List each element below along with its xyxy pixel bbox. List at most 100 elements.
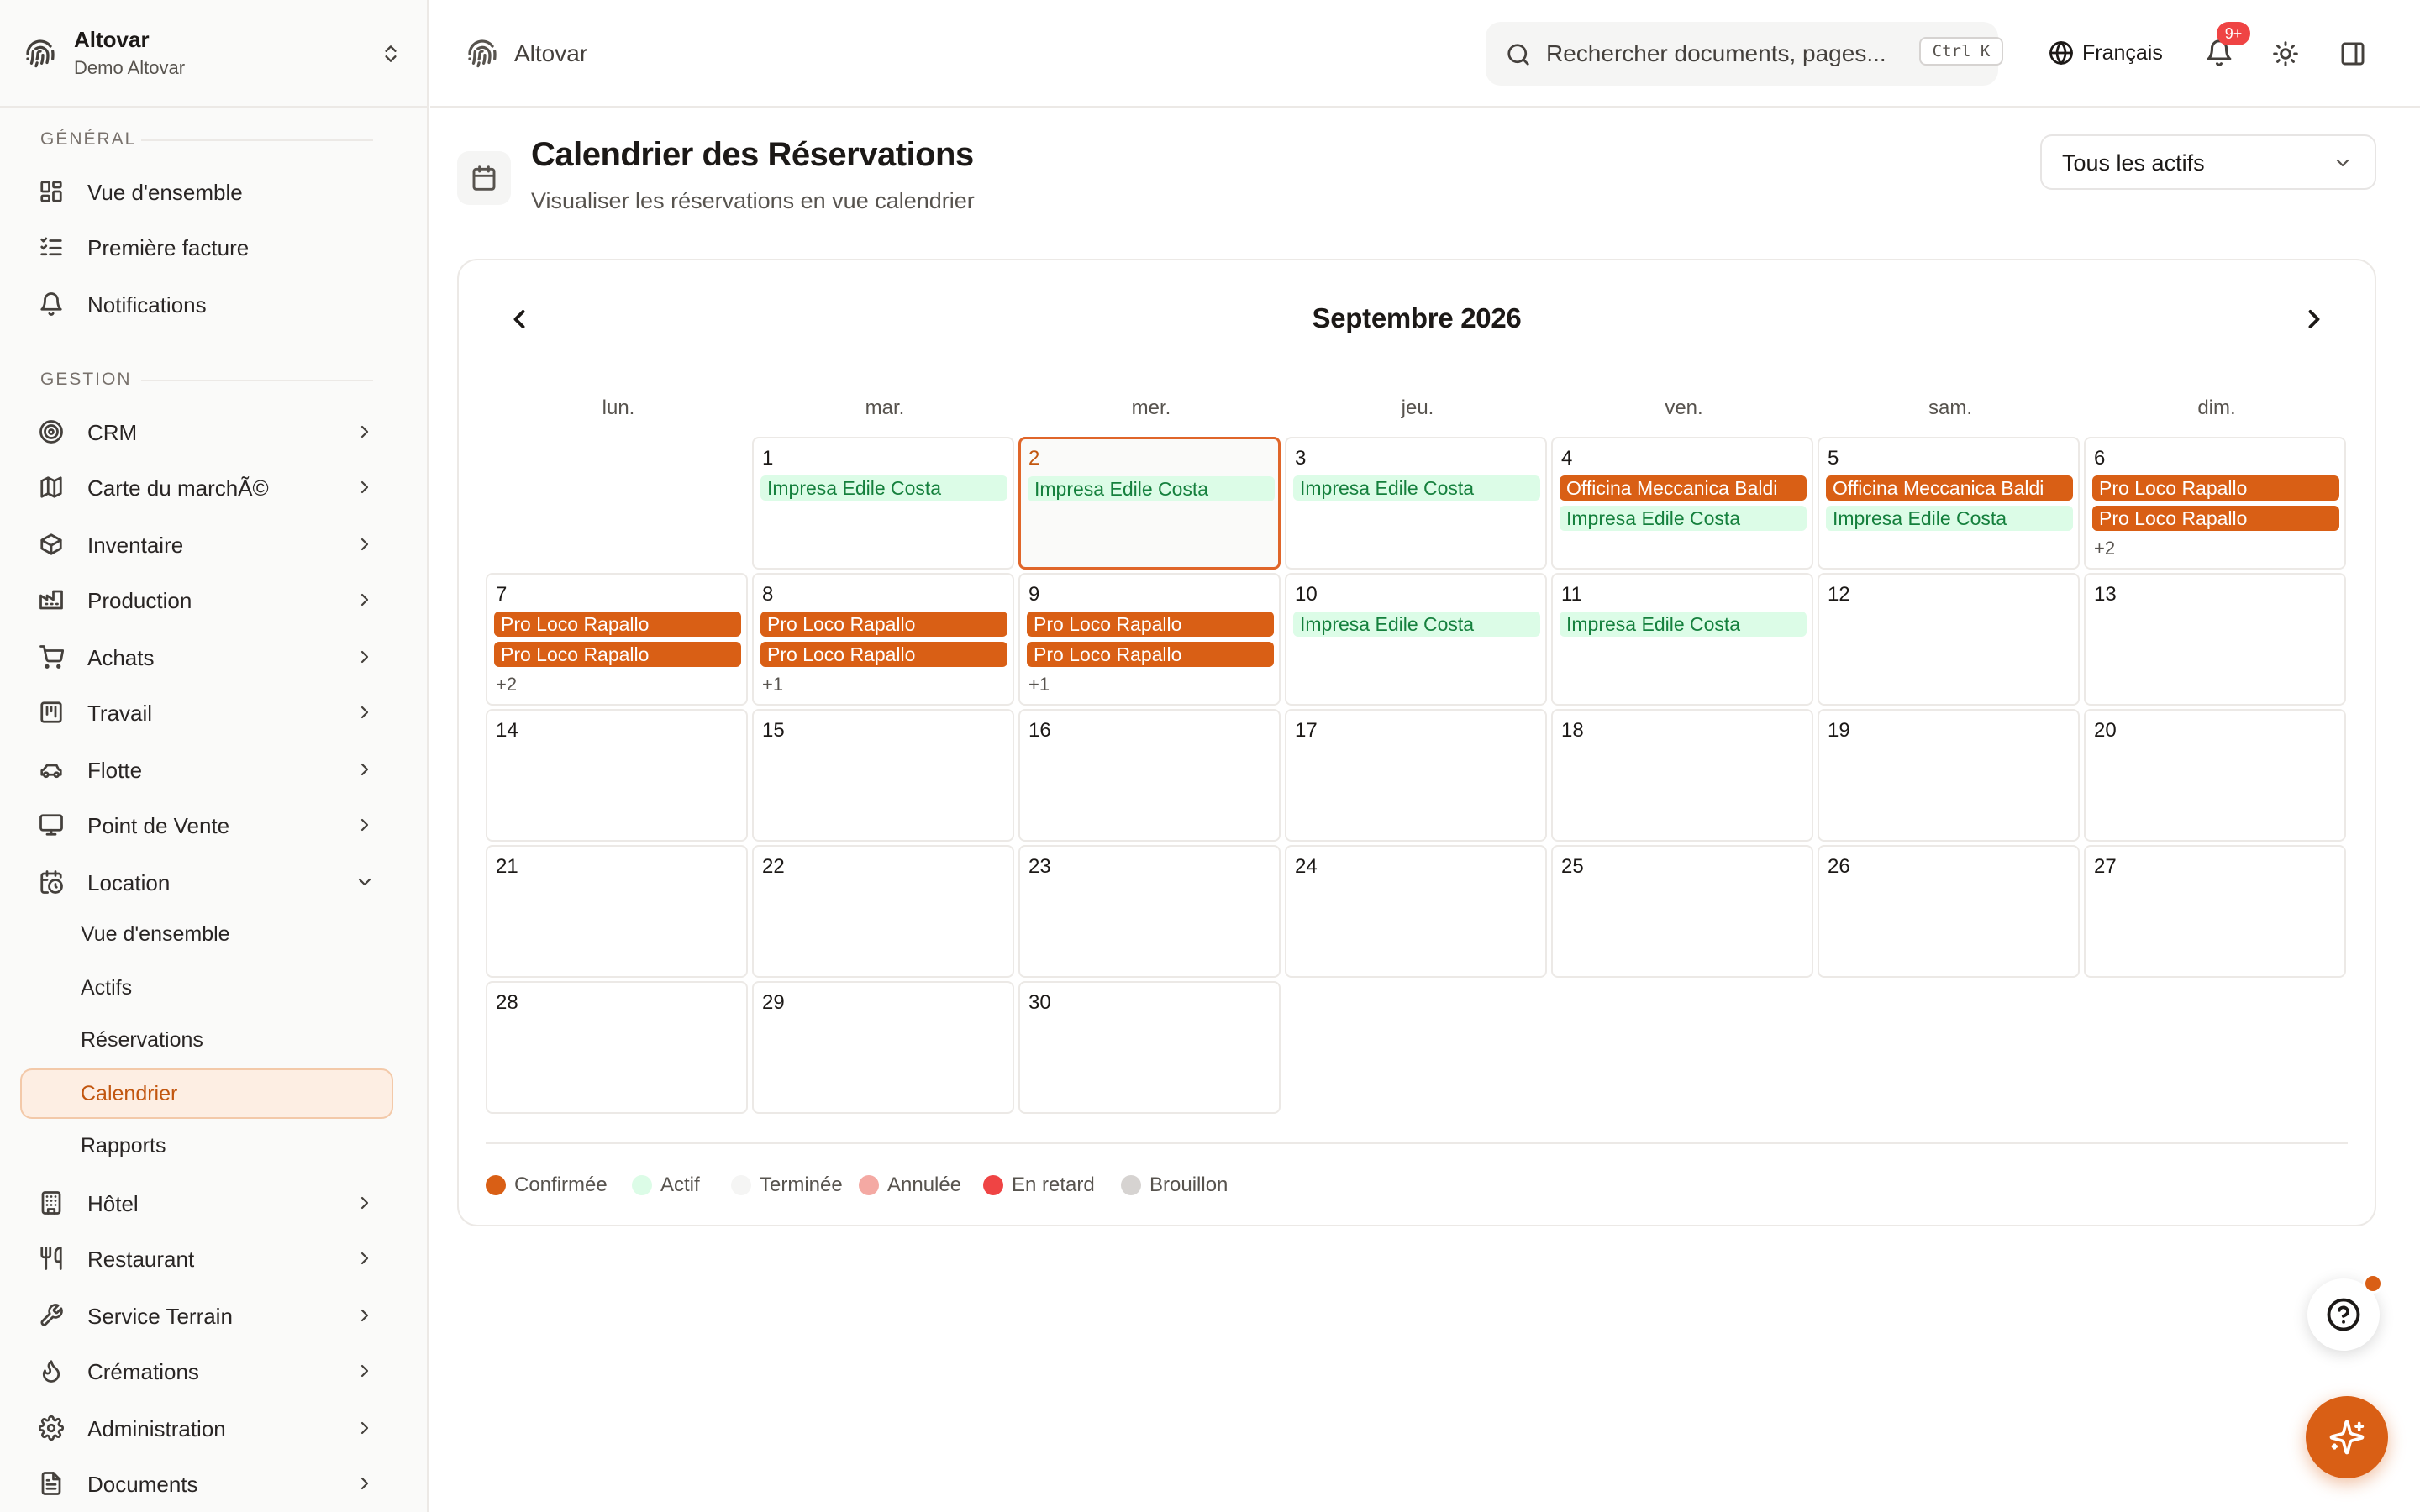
language-label: Français [2082, 41, 2163, 65]
calendar-day[interactable]: 14 [486, 709, 748, 842]
legend-label: Confirmée [514, 1173, 608, 1196]
reservation-event[interactable]: Impresa Edile Costa [1560, 506, 1807, 531]
reservation-event[interactable]: Pro Loco Rapallo [494, 612, 741, 637]
sidebar-item-location[interactable]: Location [20, 857, 393, 907]
reservation-event[interactable]: Pro Loco Rapallo [2092, 506, 2339, 531]
chevron-right-icon[interactable] [2299, 304, 2329, 334]
reservation-event[interactable]: Pro Loco Rapallo [1027, 612, 1274, 637]
sidebar-item-hotel[interactable]: Hôtel [20, 1178, 393, 1228]
reservation-event[interactable]: Pro Loco Rapallo [494, 642, 741, 667]
panel-toggle-icon[interactable] [2339, 40, 2366, 67]
calendar-day[interactable]: 13 [2084, 573, 2346, 706]
sidebar-item-fleet[interactable]: Flotte [20, 744, 393, 795]
calendar-day[interactable]: 18 [1551, 709, 1813, 842]
calendar-day[interactable]: 7 Pro Loco Rapallo Pro Loco Rapallo +2 [486, 573, 748, 706]
calendar-day[interactable]: 26 [1818, 845, 2080, 978]
calendar-day[interactable]: 9 Pro Loco Rapallo Pro Loco Rapallo +1 [1018, 573, 1281, 706]
sidebar-item-documents[interactable]: Documents [20, 1458, 393, 1509]
asset-filter-value: Tous les actifs [2062, 150, 2205, 176]
calendar-day[interactable]: 3 Impresa Edile Costa [1285, 437, 1547, 570]
reservation-event[interactable]: Impresa Edile Costa [1293, 475, 1540, 501]
reservation-event[interactable]: Officina Meccanica Baldi [1560, 475, 1807, 501]
sidebar-item-field-service[interactable]: Service Terrain [20, 1290, 393, 1341]
help-indicator-dot [2363, 1273, 2383, 1294]
calendar-clock-icon [40, 870, 63, 894]
reservation-event[interactable]: Pro Loco Rapallo [760, 612, 1007, 637]
sidebar-item-label: CRM [87, 420, 138, 445]
reservation-event[interactable]: Impresa Edile Costa [1028, 476, 1275, 501]
calendar-day[interactable]: 12 [1818, 573, 2080, 706]
calendar-day[interactable]: 24 [1285, 845, 1547, 978]
sidebar-item-purchases[interactable]: Achats [20, 632, 393, 682]
sidebar-item-cremations[interactable]: Crémations [20, 1346, 393, 1396]
calendar-day[interactable]: 23 [1018, 845, 1281, 978]
reservation-event[interactable]: Impresa Edile Costa [1826, 506, 2073, 531]
sidebar-subitem-reports[interactable]: Rapports [20, 1121, 393, 1171]
calendar-day[interactable]: 25 [1551, 845, 1813, 978]
sidebar-subitem-reservations[interactable]: Réservations [20, 1015, 393, 1065]
reservation-event[interactable]: Impresa Edile Costa [760, 475, 1007, 501]
sidebar-item-restaurant[interactable]: Restaurant [20, 1233, 393, 1284]
calendar-day[interactable]: 1 Impresa Edile Costa [752, 437, 1014, 570]
asset-filter-select[interactable]: Tous les actifs [2040, 134, 2376, 190]
calendar-day[interactable]: 4 Officina Meccanica Baldi Impresa Edile C… [1551, 437, 1813, 570]
legend-label: En retard [1012, 1173, 1095, 1196]
sidebar-item-label: Location [87, 870, 171, 895]
sidebar-item-pos[interactable]: Point de Vente [20, 800, 393, 850]
calendar-day[interactable]: 22 [752, 845, 1014, 978]
calendar-day[interactable]: 21 [486, 845, 748, 978]
day-number: 30 [1028, 991, 1051, 1014]
calendar-day[interactable]: 29 [752, 981, 1014, 1114]
more-events-link[interactable]: +1 [1028, 674, 1050, 696]
sidebar-item-production[interactable]: Production [20, 575, 393, 625]
day-number: 7 [496, 583, 508, 606]
reservation-event[interactable]: Pro Loco Rapallo [760, 642, 1007, 667]
calendar-day[interactable]: 28 [486, 981, 748, 1114]
calendar-day[interactable]: 27 [2084, 845, 2346, 978]
more-events-link[interactable]: +2 [496, 674, 517, 696]
sidebar-item-notifications[interactable]: Notifications [20, 279, 393, 329]
org-name: Altovar [74, 27, 150, 52]
calendar-day-today[interactable]: 2 Impresa Edile Costa [1018, 437, 1281, 570]
day-number: 14 [496, 719, 518, 742]
sidebar-subitem-location-overview[interactable]: Vue d'ensemble [20, 909, 393, 959]
chevron-right-icon [360, 763, 369, 776]
calendar-day[interactable]: 6 Pro Loco Rapallo Pro Loco Rapallo +2 [2084, 437, 2346, 570]
reservation-event[interactable]: Impresa Edile Costa [1560, 612, 1807, 637]
sidebar-item-crm[interactable]: CRM [20, 407, 393, 457]
org-switcher[interactable]: Altovar Demo Altovar [0, 0, 427, 108]
globe-icon [2049, 41, 2073, 65]
calendar-day[interactable]: 15 [752, 709, 1014, 842]
sidebar-item-work[interactable]: Travail [20, 687, 393, 738]
calendar-day[interactable]: 5 Officina Meccanica Baldi Impresa Edile C… [1818, 437, 2080, 570]
calendar-day[interactable]: 16 [1018, 709, 1281, 842]
sidebar-item-inventory[interactable]: Inventaire [20, 519, 393, 570]
calendar-day[interactable]: 17 [1285, 709, 1547, 842]
chevron-left-icon[interactable] [504, 304, 534, 334]
sidebar-subitem-assets[interactable]: Actifs [20, 963, 393, 1013]
more-events-link[interactable]: +2 [2094, 538, 2115, 559]
reservation-event[interactable]: Officina Meccanica Baldi [1826, 475, 2073, 501]
sidebar-item-first-invoice[interactable]: Première facture [20, 222, 393, 272]
calendar-day[interactable]: 19 [1818, 709, 2080, 842]
calendar-day[interactable]: 20 [2084, 709, 2346, 842]
sidebar-item-overview[interactable]: Vue d'ensemble [20, 166, 393, 217]
ai-assistant-button[interactable] [2306, 1396, 2388, 1478]
day-number: 19 [1828, 719, 1850, 742]
sidebar-item-market-map[interactable]: Carte du marchÃ© [20, 462, 393, 512]
reservation-event[interactable]: Pro Loco Rapallo [1027, 642, 1274, 667]
reservation-event[interactable]: Pro Loco Rapallo [2092, 475, 2339, 501]
sidebar-subitem-calendar[interactable]: Calendrier [20, 1068, 393, 1119]
legend-dot [632, 1175, 652, 1195]
calendar-day[interactable]: 30 [1018, 981, 1281, 1114]
calendar-day[interactable]: 8 Pro Loco Rapallo Pro Loco Rapallo +1 [752, 573, 1014, 706]
sun-icon[interactable] [2272, 40, 2299, 67]
sidebar-item-administration[interactable]: Administration [20, 1403, 393, 1453]
more-events-link[interactable]: +1 [762, 674, 783, 696]
breadcrumb[interactable]: Altovar [514, 40, 587, 67]
sidebar-item-label: Achats [87, 645, 155, 670]
calendar-day[interactable]: 11 Impresa Edile Costa [1551, 573, 1813, 706]
calendar-day[interactable]: 10 Impresa Edile Costa [1285, 573, 1547, 706]
chevron-right-icon [360, 650, 369, 664]
reservation-event[interactable]: Impresa Edile Costa [1293, 612, 1540, 637]
